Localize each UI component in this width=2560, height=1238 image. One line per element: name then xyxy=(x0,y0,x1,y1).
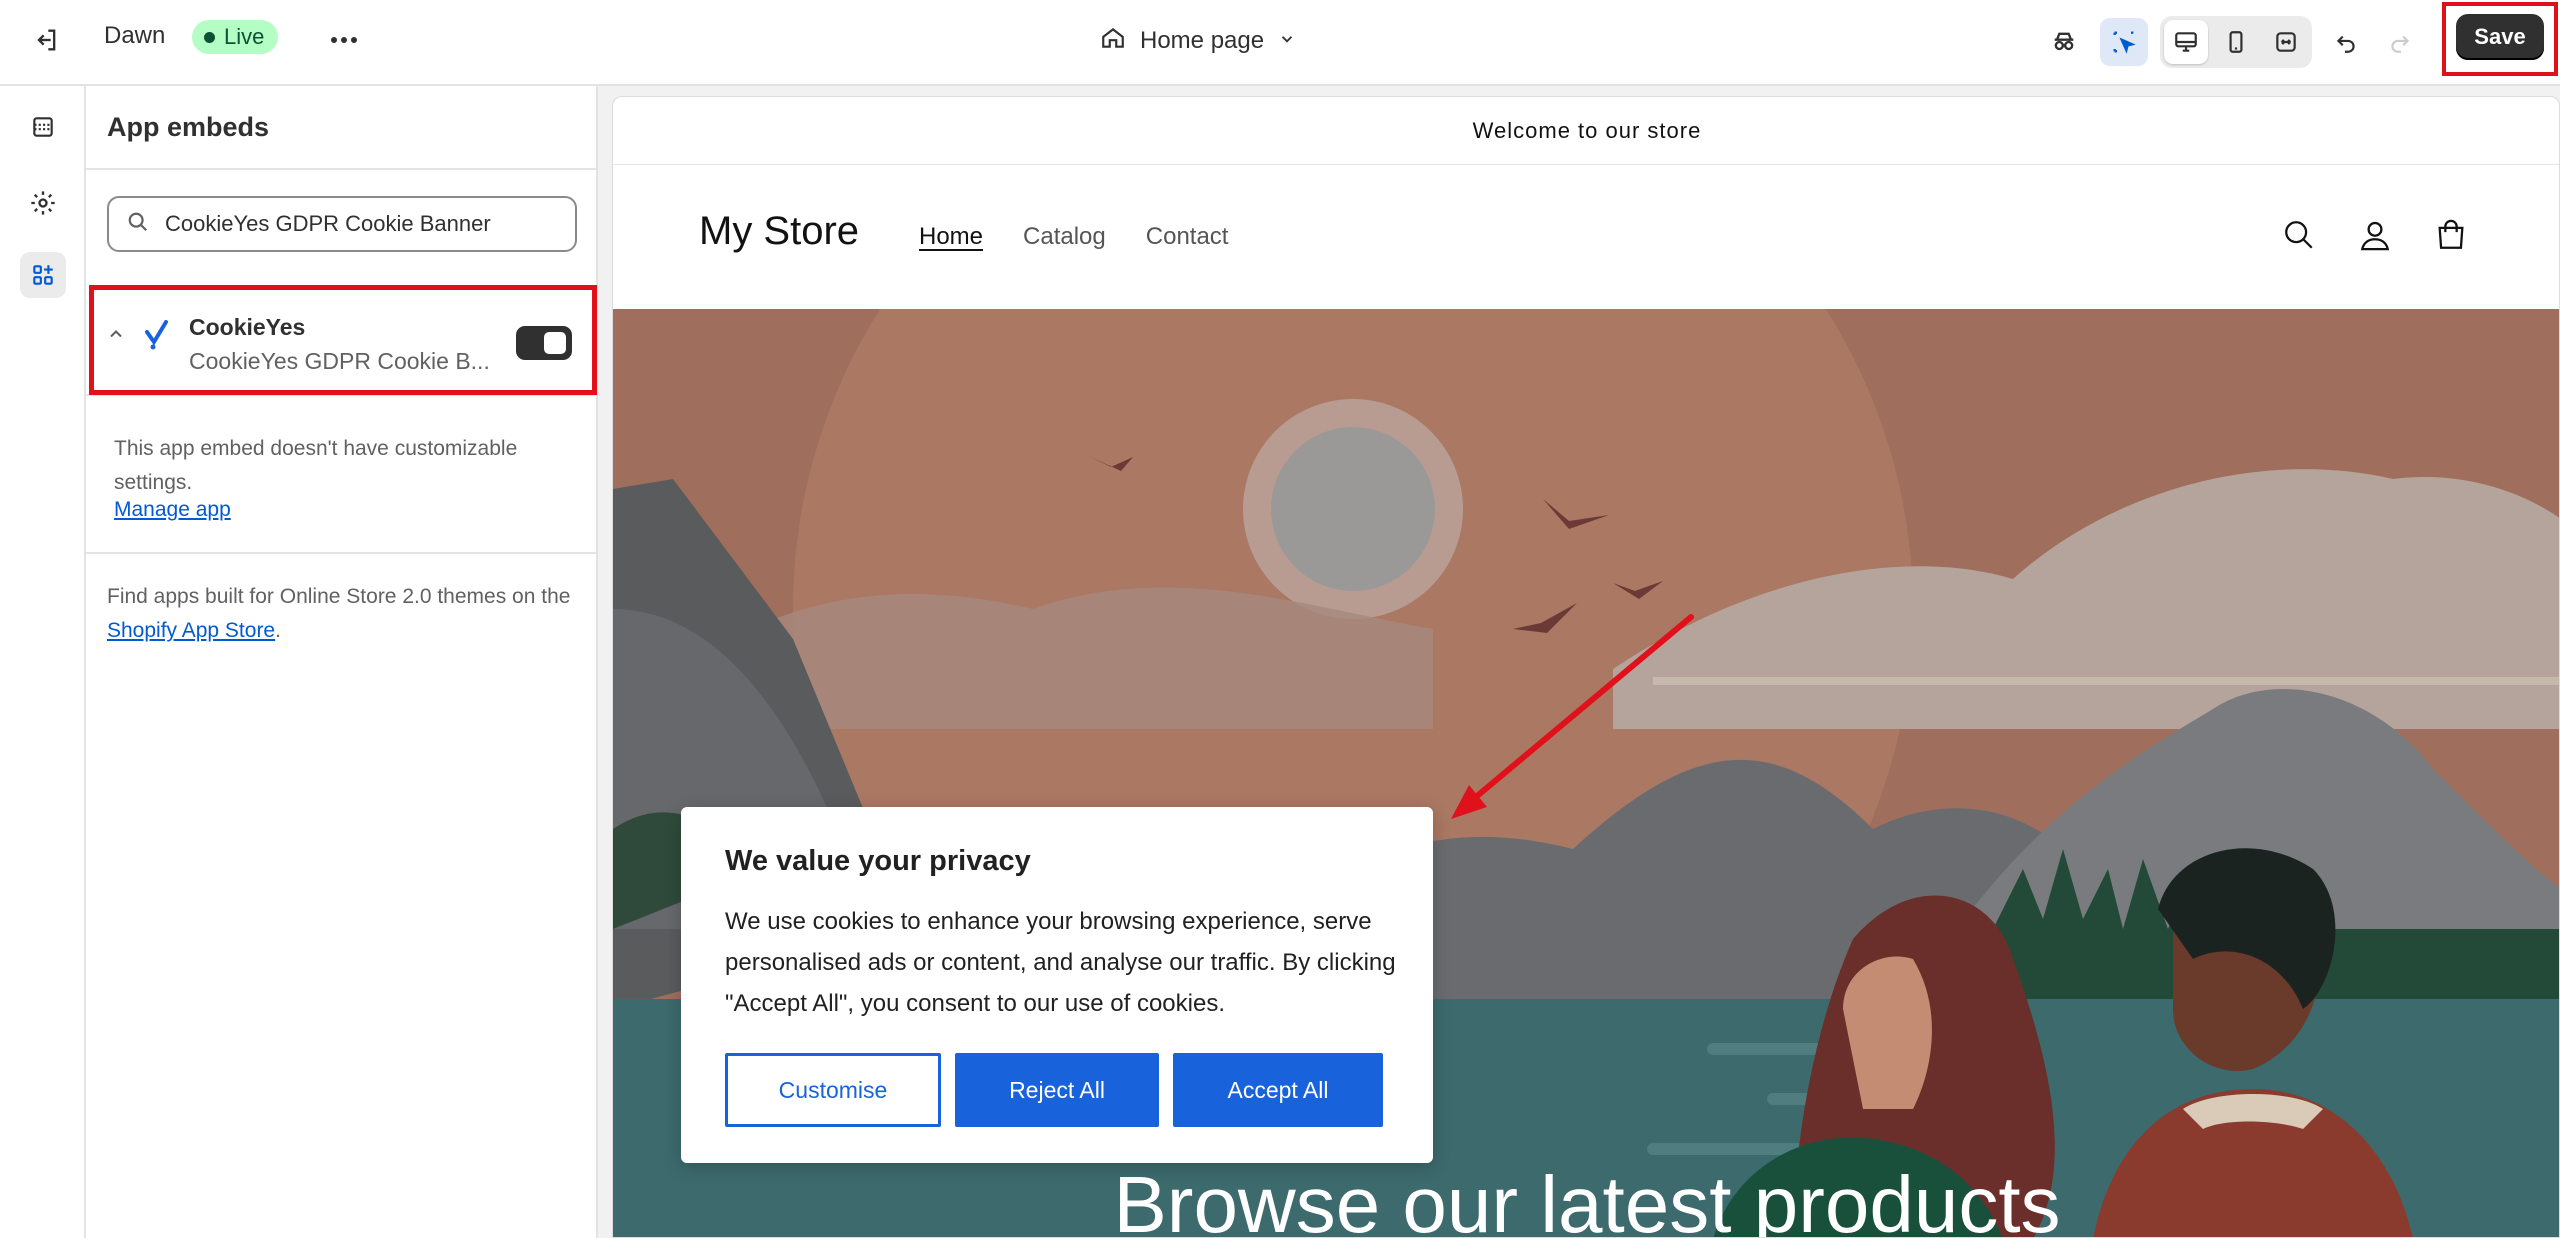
find-apps-suffix: . xyxy=(275,619,281,642)
store-header: My Store Home Catalog Contact xyxy=(613,165,2559,309)
shopify-app-store-link[interactable]: Shopify App Store xyxy=(107,619,275,642)
search-icon[interactable] xyxy=(2277,213,2321,257)
app-embeds-panel: App embeds CookieYes CookieYes GDPR Cook… xyxy=(86,86,598,1238)
cookie-banner-text: We use cookies to enhance your browsing … xyxy=(725,908,1396,1017)
panel-title: App embeds xyxy=(107,112,270,142)
page-selector[interactable]: Home page xyxy=(1100,18,1296,64)
desktop-view-icon[interactable] xyxy=(2164,20,2208,64)
reject-all-button[interactable]: Reject All xyxy=(955,1053,1159,1127)
exit-icon[interactable] xyxy=(26,20,66,60)
home-icon xyxy=(1100,25,1126,58)
undo-icon[interactable] xyxy=(2322,18,2370,66)
status-label: Live xyxy=(224,24,265,49)
left-rail xyxy=(0,86,86,1238)
status-dot xyxy=(204,31,215,43)
manage-app-link[interactable]: Manage app xyxy=(114,498,231,522)
chevron-down-icon xyxy=(1278,27,1296,55)
editor-topbar: Dawn Live Home page Save xyxy=(0,0,2560,86)
search-input[interactable] xyxy=(165,211,565,237)
live-status-badge: Live xyxy=(192,20,279,54)
sections-icon[interactable] xyxy=(20,104,66,150)
account-icon[interactable] xyxy=(2353,213,2397,257)
divider xyxy=(86,552,598,554)
search-icon xyxy=(127,211,149,238)
main-nav: Home Catalog Contact xyxy=(919,223,1228,251)
customise-button[interactable]: Customise xyxy=(725,1053,941,1127)
nav-catalog[interactable]: Catalog xyxy=(1023,223,1106,251)
theme-settings-icon[interactable] xyxy=(20,180,66,226)
nav-home[interactable]: Home xyxy=(919,223,983,251)
search-field[interactable] xyxy=(107,196,577,252)
nav-contact[interactable]: Contact xyxy=(1146,223,1229,251)
view-as-customer-icon[interactable] xyxy=(2040,18,2088,66)
theme-name: Dawn xyxy=(104,22,166,49)
viewport-switcher xyxy=(2160,16,2312,68)
page-selector-label: Home page xyxy=(1140,27,1265,54)
cart-icon[interactable] xyxy=(2429,213,2473,257)
mobile-view-icon[interactable] xyxy=(2214,20,2258,64)
cookie-banner-title: We value your privacy xyxy=(725,845,1031,877)
divider xyxy=(86,168,598,170)
inspector-icon[interactable] xyxy=(2100,18,2148,66)
storefront-preview: Welcome to our store My Store Home Catal… xyxy=(612,96,2560,1238)
full-width-view-icon[interactable] xyxy=(2264,20,2308,64)
find-apps-prefix: Find apps built for Online Store 2.0 the… xyxy=(107,585,571,608)
embed-info-text: This app embed doesn't have customizable… xyxy=(114,437,518,494)
save-highlight-box xyxy=(2442,2,2558,76)
store-logo-text[interactable]: My Store xyxy=(699,209,859,254)
more-actions-icon[interactable] xyxy=(324,20,364,60)
find-apps-text: Find apps built for Online Store 2.0 the… xyxy=(107,580,577,648)
embed-highlight-box xyxy=(89,285,597,395)
accept-all-button[interactable]: Accept All xyxy=(1173,1053,1383,1127)
announcement-bar: Welcome to our store xyxy=(613,97,2559,165)
cookie-consent-banner: We value your privacy We use cookies to … xyxy=(681,807,1433,1163)
app-embeds-icon[interactable] xyxy=(20,252,66,298)
redo-icon[interactable] xyxy=(2376,18,2424,66)
